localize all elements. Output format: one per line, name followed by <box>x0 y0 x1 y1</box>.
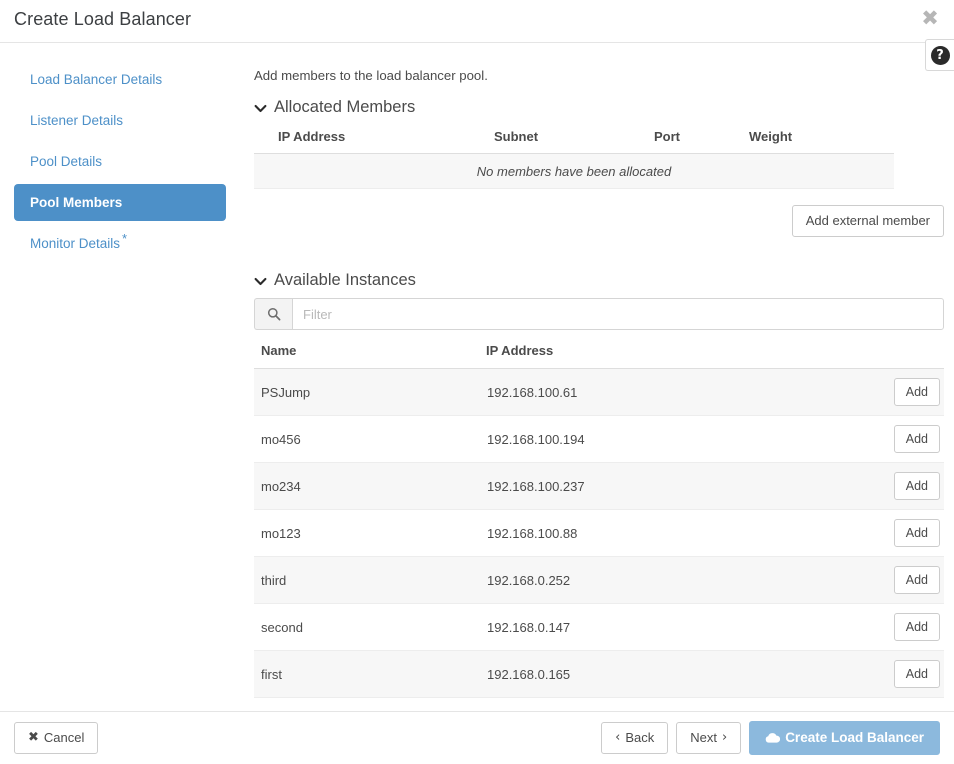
allocated-members-heading: Allocated Members <box>274 98 416 116</box>
cancel-button[interactable]: ✖ Cancel <box>14 722 99 754</box>
close-icon[interactable]: ✖ <box>918 6 942 30</box>
instance-ip-cell: 192.168.0.252 <box>486 556 866 604</box>
table-row: third 192.168.0.252 Add <box>254 556 944 604</box>
available-instances-rows: PSJump 192.168.100.61 Add mo456 192.168.100.… <box>254 368 944 698</box>
instance-ip-cell: 192.168.100.88 <box>486 509 866 557</box>
table-row: mo456 192.168.100.194 Add <box>254 415 944 463</box>
column-header-actions <box>894 125 944 154</box>
cloud-icon <box>765 732 781 744</box>
column-header-weight: Weight <box>749 125 894 154</box>
instance-action-cell: Add <box>866 603 944 651</box>
instance-name-cell: mo123 <box>254 509 486 557</box>
search-icon[interactable] <box>254 298 292 330</box>
column-header-actions <box>866 334 944 369</box>
back-button[interactable]: ‹ Back <box>601 722 669 754</box>
add-instance-button[interactable]: Add <box>893 378 940 406</box>
intro-text: Add members to the load balancer pool. <box>254 68 488 83</box>
chevron-right-icon: › <box>721 730 728 745</box>
required-marker: * <box>122 230 128 246</box>
allocated-empty-row: No members have been allocated <box>254 153 944 189</box>
instance-ip-cell: 192.168.100.237 <box>486 462 866 510</box>
create-load-balancer-button[interactable]: Create Load Balancer <box>749 721 940 755</box>
add-instance-button[interactable]: Add <box>893 566 940 594</box>
help-button[interactable]: ? <box>925 39 954 71</box>
add-external-member-button[interactable]: Add external member <box>791 205 944 237</box>
modal-body: Load Balancer Details Listener Details P… <box>0 43 954 711</box>
allocated-actions: Add external member <box>254 189 944 237</box>
column-header-port: Port <box>654 125 749 154</box>
instance-action-cell: Add <box>866 462 944 510</box>
instance-ip-cell: 192.168.0.147 <box>486 603 866 651</box>
next-button[interactable]: Next › <box>676 722 742 754</box>
column-header-ip-address: IP Address <box>254 125 494 154</box>
sidebar-item-label: Pool Details <box>30 154 103 169</box>
main-content: Add members to the load balancer pool. A… <box>254 43 944 698</box>
filter-bar <box>254 298 944 330</box>
instance-action-cell: Add <box>866 556 944 604</box>
available-instances-table: Name IP Address PSJump 192.168.100.61 Add m… <box>254 334 944 698</box>
sidebar-item-listener-details[interactable]: Listener Details <box>14 102 226 139</box>
sidebar-item-label: Monitor Details <box>30 236 121 251</box>
instance-name-cell: first <box>254 650 486 698</box>
available-instances-heading: Available Instances <box>274 271 416 289</box>
add-instance-button[interactable]: Add <box>893 613 940 641</box>
add-instance-button[interactable]: Add <box>893 472 940 500</box>
available-instances-section: Available Instances Name <box>254 271 944 698</box>
table-row: mo123 192.168.100.88 Add <box>254 509 944 557</box>
column-header-ip-address: IP Address <box>486 334 866 369</box>
chevron-left-icon: ‹ <box>615 730 621 745</box>
instance-action-cell: Add <box>866 368 944 416</box>
modal-footer: ✖ Cancel ‹ Back Next › Create Load Balan… <box>0 711 954 764</box>
add-instance-button[interactable]: Add <box>893 425 940 453</box>
sidebar-item-label: Listener Details <box>30 113 124 128</box>
chevron-down-icon <box>254 275 267 288</box>
create-load-balancer-modal: Create Load Balancer ✖ ? Load Balancer D… <box>0 0 954 764</box>
instance-name-cell: mo456 <box>254 415 486 463</box>
instance-ip-cell: 192.168.100.61 <box>486 368 866 416</box>
add-instance-button[interactable]: Add <box>893 660 940 688</box>
next-button-label: Next <box>690 730 717 745</box>
empty-row-spacer <box>894 153 944 189</box>
instance-ip-cell: 192.168.0.165 <box>486 650 866 698</box>
cancel-button-label: Cancel <box>43 730 85 745</box>
back-button-label: Back <box>625 730 655 745</box>
table-row: first 192.168.0.165 Add <box>254 650 944 698</box>
allocated-members-table: IP Address Subnet Port Weight No members… <box>254 125 944 189</box>
add-instance-button[interactable]: Add <box>893 519 940 547</box>
column-header-subnet: Subnet <box>494 125 654 154</box>
wizard-sidebar: Load Balancer Details Listener Details P… <box>0 43 240 266</box>
allocated-members-section-toggle[interactable]: Allocated Members <box>254 98 944 117</box>
sidebar-item-pool-details[interactable]: Pool Details <box>14 143 226 180</box>
table-row: PSJump 192.168.100.61 Add <box>254 368 944 416</box>
table-row: second 192.168.0.147 Add <box>254 603 944 651</box>
sidebar-item-load-balancer-details[interactable]: Load Balancer Details <box>14 61 226 98</box>
chevron-down-icon <box>254 102 267 115</box>
instance-action-cell: Add <box>866 650 944 698</box>
instance-name-cell: second <box>254 603 486 651</box>
instance-ip-cell: 192.168.100.194 <box>486 415 866 463</box>
instance-action-cell: Add <box>866 509 944 557</box>
available-instances-section-toggle[interactable]: Available Instances <box>254 271 944 290</box>
close-icon: ✖ <box>28 730 39 745</box>
column-header-name: Name <box>254 334 486 369</box>
create-load-balancer-label: Create Load Balancer <box>785 730 924 745</box>
modal-header: Create Load Balancer ✖ <box>0 0 954 43</box>
question-mark-icon: ? <box>930 45 950 65</box>
table-row: mo234 192.168.100.237 Add <box>254 462 944 510</box>
page-title: Create Load Balancer <box>14 9 192 29</box>
sidebar-item-monitor-details[interactable]: Monitor Details * <box>14 225 226 262</box>
instance-name-cell: third <box>254 556 486 604</box>
table-header-row: Name IP Address <box>254 334 944 369</box>
table-header-row: IP Address Subnet Port Weight <box>254 125 944 154</box>
instance-name-cell: PSJump <box>254 368 486 416</box>
footer-actions: ‹ Back Next › Create Load Balancer <box>601 721 940 755</box>
sidebar-item-label: Load Balancer Details <box>30 72 163 87</box>
sidebar-item-label: Pool Members <box>30 195 123 210</box>
filter-input[interactable] <box>292 298 944 330</box>
empty-message: No members have been allocated <box>254 153 894 189</box>
sidebar-item-pool-members[interactable]: Pool Members <box>14 184 226 221</box>
instance-name-cell: mo234 <box>254 462 486 510</box>
instance-action-cell: Add <box>866 415 944 463</box>
